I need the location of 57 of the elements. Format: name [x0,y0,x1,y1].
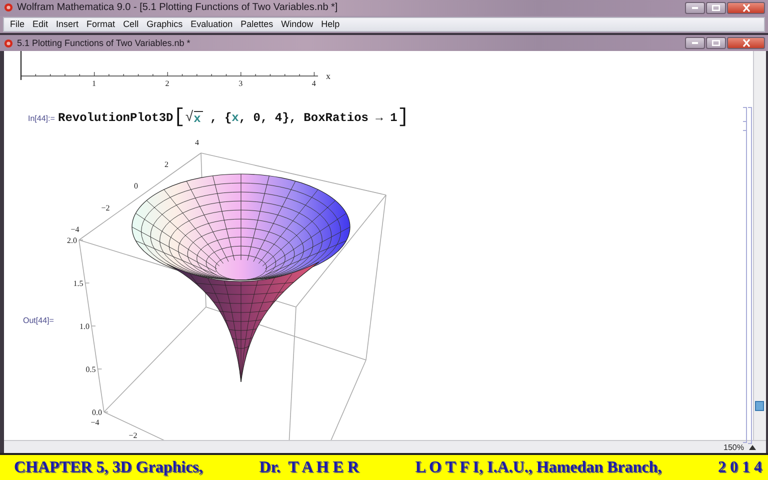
maximize-button[interactable] [706,2,726,14]
zoom-level[interactable]: 150% [724,442,744,452]
axis-tick-label: 3 [238,79,243,88]
axis-tick-label: −4 [70,225,80,234]
menu-item[interactable]: Graphics [142,18,187,31]
menu-item[interactable]: Insert [52,18,83,31]
window-title: Wolfram Mathematica 9.0 - [5.1 Plotting Functions of Two Variables.nb *] [17,2,339,14]
axis-tick-label: 1 [92,79,96,88]
zoom-menu-arrow-icon[interactable] [749,444,756,450]
axis-tick-label: 4 [312,79,316,88]
maximize-icon [712,4,720,11]
menu-item[interactable]: Help [317,18,344,31]
minimize-button[interactable] [685,2,705,14]
menu-item[interactable]: File [6,18,29,31]
cell-bracket[interactable] [743,121,747,444]
axis-tick-label: −4 [90,418,100,428]
axis-tick-label: 4 [195,140,199,148]
close-icon [742,4,750,12]
close-icon [742,39,750,48]
axis-tick-label: 0.5 [86,365,96,374]
axis-tick-label: 2 [165,79,170,88]
menu-item[interactable]: Evaluation [186,18,237,31]
menu-item[interactable]: Format [82,18,120,31]
banner-text: Dr. T A H E R [259,458,359,477]
axis-tick-label: 2.0 [67,236,77,246]
axis-tick-label: −2 [101,204,110,213]
input-code[interactable]: RevolutionPlot3D[√x , {x, 0, 4}, BoxRatios → 1] [58,108,410,128]
cell-bracket[interactable] [748,107,752,444]
axis-tick-label: 0.0 [92,408,102,418]
scrollbar-thumb[interactable] [755,401,764,412]
banner-text: CHAPTER 5, 3D Graphics, [14,458,203,477]
app-logo-icon [4,3,13,12]
axis-tick-label: 1.0 [80,322,90,332]
axis-label: x [326,71,330,82]
minimize-icon [692,6,698,9]
close-button[interactable] [727,2,765,14]
axis-tick-label: 1.5 [73,279,84,288]
axis-tick-label: −2 [128,431,138,440]
menu-item[interactable]: Window [277,18,318,31]
menu-item[interactable]: Cell [119,18,143,31]
axis-tick-label: 0 [134,182,138,191]
axis-tick-label: 2 [164,160,168,170]
maximize-button[interactable] [706,37,726,50]
input-label: In[44]:= [28,114,56,123]
minimize-button[interactable] [685,37,705,50]
menu-item[interactable]: Palettes [236,18,278,31]
document-title: 5.1 Plotting Functions of Two Variables.nb * [17,38,192,48]
menu-item[interactable]: Edit [28,18,52,31]
banner-text: L O T F I, I.A.U., Hamedan Branch, [415,458,662,477]
output-label: Out[44]= [23,316,55,328]
vertical-scrollbar[interactable] [753,51,766,440]
banner-text: 2 0 1 4 [718,458,762,477]
cell-bracket[interactable] [743,107,747,132]
maximize-icon [712,40,720,46]
close-button[interactable] [727,37,765,50]
minimize-icon [692,42,698,44]
app-logo-icon [4,38,13,48]
